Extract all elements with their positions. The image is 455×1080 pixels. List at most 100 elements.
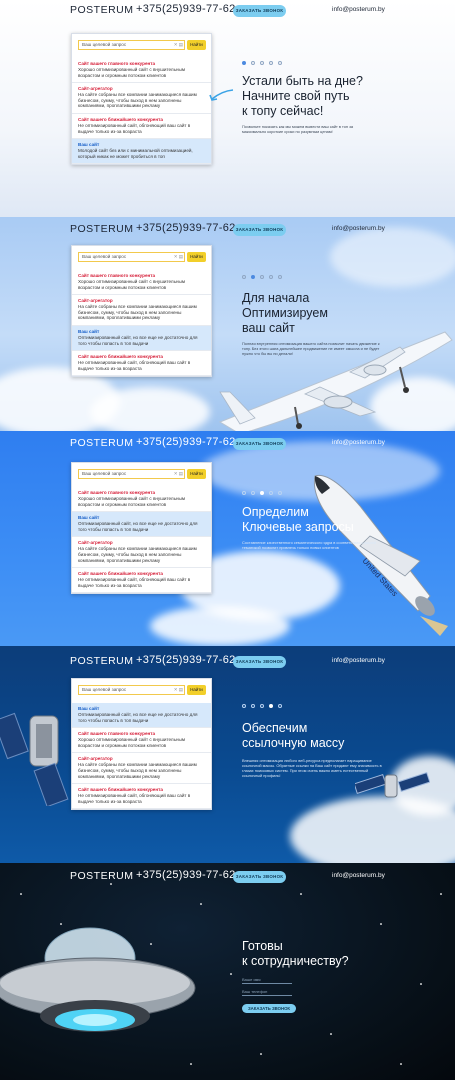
search-bar: Ваш целевой запрос ✕ ▤ Найти	[78, 252, 206, 266]
search-button[interactable]: Найти	[187, 40, 206, 50]
slide-subtext: Позвольте показать как мы можем вывести …	[242, 124, 354, 134]
header: POSTERUM +375(25)939-77-62 ЗАКАЗАТЬ ЗВОН…	[0, 222, 455, 239]
slide-dot[interactable]	[260, 704, 264, 708]
slide-subtext: Составление качественного семантического…	[242, 540, 377, 550]
result-item-your-site[interactable]: Ваш сайт Оптимизированный сайт, но все ещ…	[72, 703, 211, 729]
phone-field[interactable]: Ваш телефон	[242, 989, 292, 996]
clear-icon[interactable]: ✕ ▤	[174, 254, 183, 260]
result-item[interactable]: Сайт-агрегатор На сайте собраны все компа…	[72, 295, 211, 326]
search-results-mock: Ваш целевой запрос ✕ ▤ Найти Ваш сайт Опт…	[71, 678, 212, 811]
result-item[interactable]: Сайт вашего ближайшего конкурента Не опти…	[72, 568, 211, 594]
logo[interactable]: POSTERUM	[70, 4, 134, 16]
result-item-your-site[interactable]: Ваш сайт Оптимизированный сайт, но все ещ…	[72, 325, 211, 352]
slide-dot[interactable]	[260, 275, 264, 279]
slide-subtext: Полная внутренняя оптимизация вашего сай…	[242, 341, 380, 356]
slide-dots	[242, 704, 282, 708]
call-request-button[interactable]: ЗАКАЗАТЬ ЗВОНОК	[233, 438, 286, 450]
space-shuttle-icon: United States	[313, 474, 448, 636]
call-request-button[interactable]: ЗАКАЗАТЬ ЗВОНОК	[233, 224, 286, 236]
logo[interactable]: POSTERUM	[70, 437, 134, 449]
slide-dot[interactable]	[269, 275, 273, 279]
search-bar: Ваш целевой запрос ✕ ▤ Найти	[78, 685, 206, 699]
slide-dots	[242, 275, 282, 279]
result-item[interactable]: Сайт вашего ближайшего конкурента Не опти…	[72, 784, 211, 810]
result-item[interactable]: Сайт вашего ближайшего конкурента Не опти…	[72, 351, 211, 377]
email-link[interactable]: info@posterum.by	[332, 872, 385, 879]
slide-dot[interactable]	[269, 61, 273, 65]
header: POSTERUM +375(25)939-77-62 ЗАКАЗАТЬ ЗВОН…	[0, 654, 455, 671]
result-item-your-site[interactable]: Ваш сайт Молодой сайт без или с минимальн…	[72, 139, 211, 165]
call-request-button[interactable]: ЗАКАЗАТЬ ЗВОНОК	[233, 5, 286, 17]
arrow-icon	[209, 89, 234, 101]
search-input[interactable]: Ваш целевой запрос	[78, 40, 185, 50]
slide-dot[interactable]	[278, 275, 282, 279]
result-item[interactable]: Сайт вашего главного конкурента Хорошо оп…	[72, 487, 211, 513]
search-button[interactable]: Найти	[187, 469, 206, 479]
contact-headline: Готовы к сотрудничеству?	[242, 939, 349, 968]
slide-dots	[242, 61, 282, 65]
email-link[interactable]: info@posterum.by	[332, 439, 385, 446]
result-item[interactable]: Сайт-агрегатор На сайте собраны все компа…	[72, 83, 211, 114]
call-request-button[interactable]: ЗАКАЗАТЬ ЗВОНОК	[233, 871, 286, 883]
slide-dot[interactable]	[242, 704, 246, 708]
satellite-icon	[0, 712, 69, 806]
result-item-your-site[interactable]: Ваш сайт Оптимизированный сайт, но все ещ…	[72, 512, 211, 538]
search-results-mock: Ваш целевой запрос ✕ ▤ Найти Сайт вашего…	[71, 33, 212, 166]
slide-3: POSTERUM +375(25)939-77-62 ЗАКАЗАТЬ ЗВОН…	[0, 431, 455, 646]
ufo-icon	[0, 927, 196, 1032]
header: POSTERUM +375(25)939-77-62 ЗАКАЗАТЬ ЗВОН…	[0, 436, 455, 453]
slide-dot[interactable]	[278, 704, 282, 708]
slide-dot[interactable]	[278, 61, 282, 65]
slide-dot[interactable]	[278, 491, 282, 495]
slide-dot[interactable]	[251, 491, 255, 495]
email-link[interactable]: info@posterum.by	[332, 225, 385, 232]
result-item[interactable]: Сайт-агрегатор На сайте собраны все компа…	[72, 537, 211, 569]
slide-4: POSTERUM +375(25)939-77-62 ЗАКАЗАТЬ ЗВОН…	[0, 646, 455, 863]
slide-subtext: Внешняя оптимизация любого веб-ресурса п…	[242, 758, 382, 778]
result-item[interactable]: Сайт-агрегатор На сайте собраны все компа…	[72, 753, 211, 785]
slide-dot[interactable]	[269, 704, 273, 708]
slide-dot[interactable]	[260, 491, 264, 495]
slide-dot[interactable]	[242, 275, 246, 279]
logo[interactable]: POSTERUM	[70, 223, 134, 235]
search-bar: Ваш целевой запрос ✕ ▤ Найти	[78, 40, 206, 54]
phone-number[interactable]: +375(25)939-77-62	[136, 436, 236, 448]
result-item[interactable]: Сайт вашего главного конкурента Хорошо оп…	[72, 58, 211, 84]
result-item[interactable]: Сайт вашего ближайшего конкурента Не опти…	[72, 114, 211, 140]
slide-headline: Определим Ключевые запросы	[242, 505, 354, 534]
slide-dot[interactable]	[251, 61, 255, 65]
slide-dot[interactable]	[242, 491, 246, 495]
slide-dot[interactable]	[251, 275, 255, 279]
slide-headline: Для начала Оптимизируем ваш сайт	[242, 291, 328, 335]
logo[interactable]: POSTERUM	[70, 870, 134, 882]
call-request-button[interactable]: ЗАКАЗАТЬ ЗВОНОК	[233, 656, 286, 668]
phone-number[interactable]: +375(25)939-77-62	[136, 654, 236, 666]
email-link[interactable]: info@posterum.by	[332, 6, 385, 13]
search-input[interactable]: Ваш целевой запрос	[78, 685, 185, 695]
submit-call-request-button[interactable]: ЗАКАЗАТЬ ЗВОНОК	[242, 1004, 296, 1013]
phone-number[interactable]: +375(25)939-77-62	[136, 3, 236, 15]
clear-icon[interactable]: ✕ ▤	[174, 471, 183, 477]
search-results-mock: Ваш целевой запрос ✕ ▤ Найти Сайт вашего…	[71, 462, 212, 595]
search-button[interactable]: Найти	[187, 685, 206, 695]
search-input[interactable]: Ваш целевой запрос	[78, 469, 185, 479]
clear-icon[interactable]: ✕ ▤	[174, 687, 183, 693]
slide-5-contact: POSTERUM +375(25)939-77-62 ЗАКАЗАТЬ ЗВОН…	[0, 863, 455, 1080]
slide-1: POSTERUM +375(25)939-77-62 ЗАКАЗАТЬ ЗВОН…	[0, 0, 455, 217]
slide-dot[interactable]	[242, 61, 246, 65]
phone-number[interactable]: +375(25)939-77-62	[136, 869, 236, 881]
slide-dot[interactable]	[269, 491, 273, 495]
slide-dot[interactable]	[260, 61, 264, 65]
result-item[interactable]: Сайт вашего главного конкурента Хорошо оп…	[72, 728, 211, 754]
clear-icon[interactable]: ✕ ▤	[174, 42, 183, 48]
name-field[interactable]: Ваше имя	[242, 977, 292, 984]
search-results-mock: Ваш целевой запрос ✕ ▤ Найти Сайт вашего…	[71, 245, 212, 378]
phone-number[interactable]: +375(25)939-77-62	[136, 222, 236, 234]
search-input[interactable]: Ваш целевой запрос	[78, 252, 185, 262]
search-button[interactable]: Найти	[187, 252, 206, 262]
slide-dot[interactable]	[251, 704, 255, 708]
email-link[interactable]: info@posterum.by	[332, 657, 385, 664]
logo[interactable]: POSTERUM	[70, 655, 134, 667]
header: POSTERUM +375(25)939-77-62 ЗАКАЗАТЬ ЗВОН…	[0, 869, 455, 886]
result-item[interactable]: Сайт вашего главного конкурента Хорошо оп…	[72, 270, 211, 296]
